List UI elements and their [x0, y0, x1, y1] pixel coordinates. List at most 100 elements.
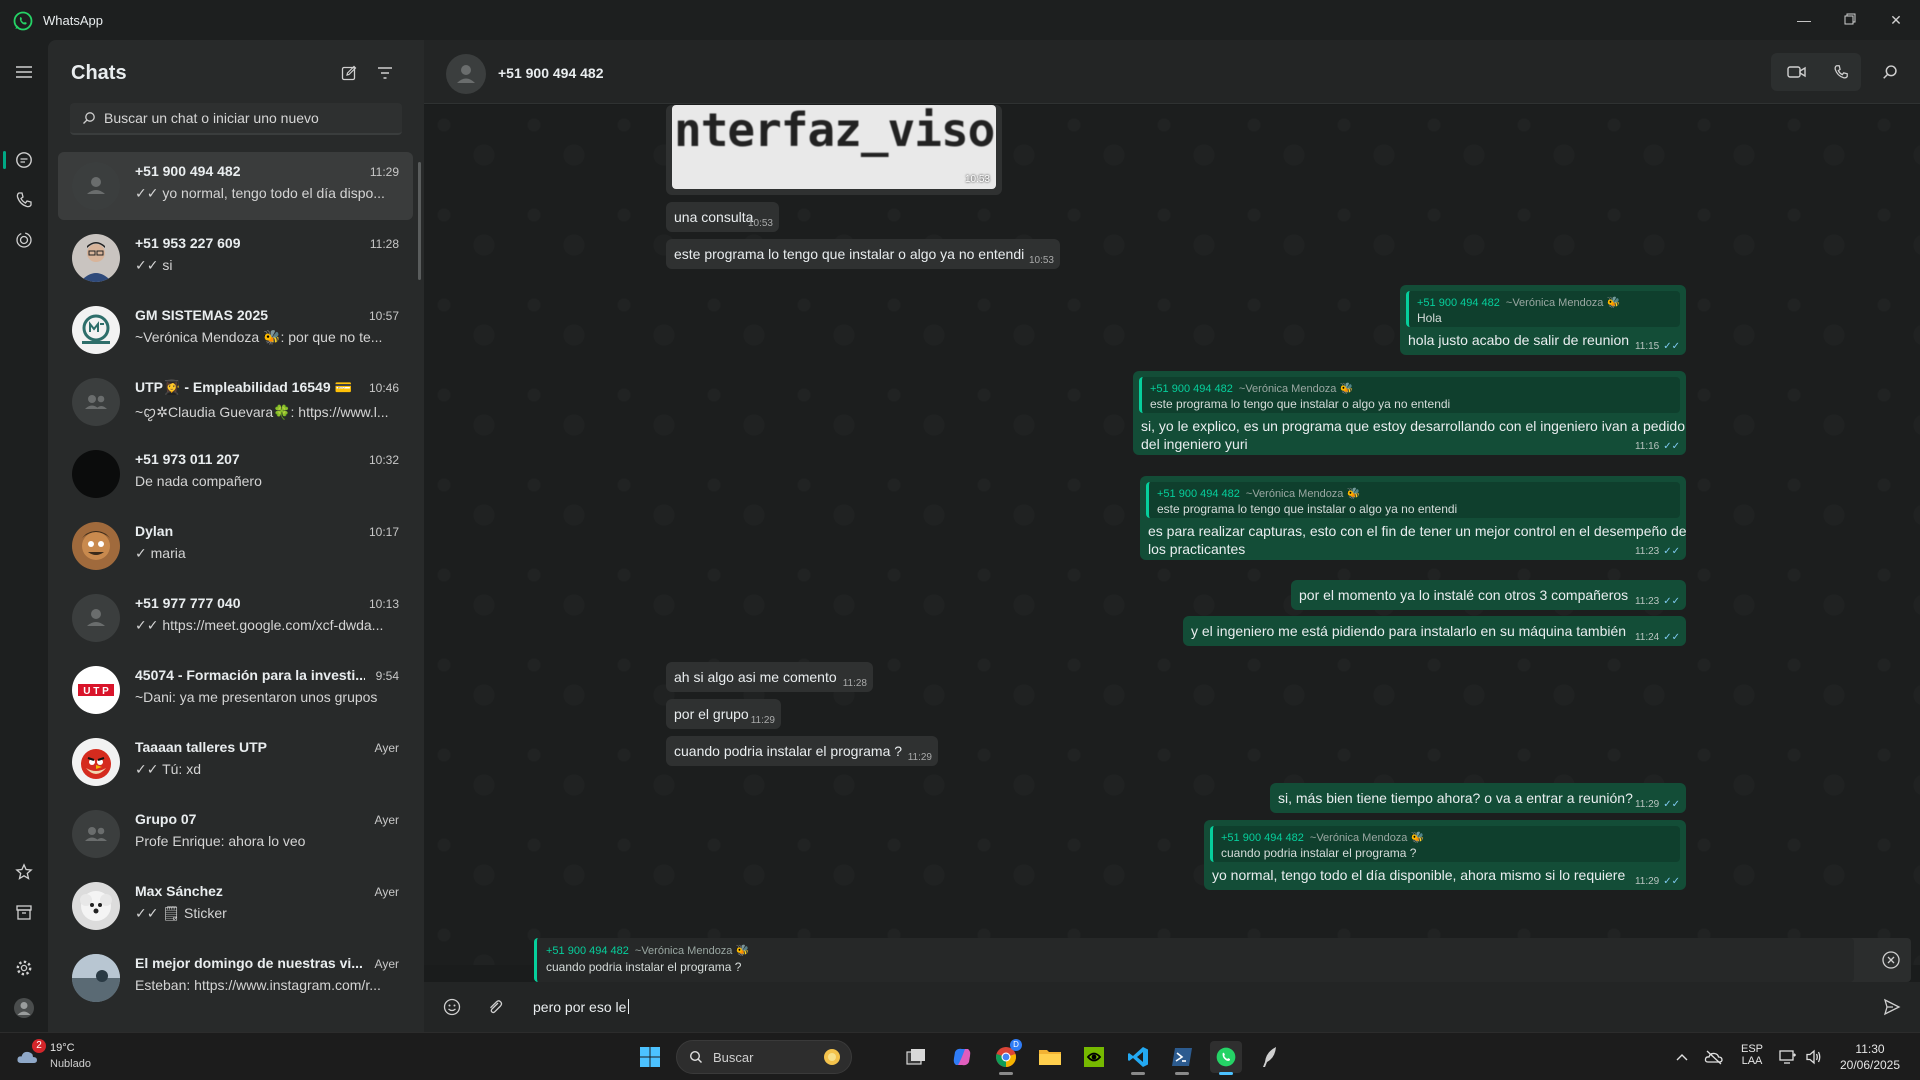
image-thumbnail[interactable]: nterfaz_visor. 10:53: [672, 105, 996, 189]
read-ticks-icon: ✓✓: [1663, 876, 1680, 887]
volume-icon[interactable]: [1798, 1041, 1830, 1073]
group-logo-avatar: [72, 306, 120, 354]
message-bubble[interactable]: por el momento ya lo instalé con otros 3…: [1291, 580, 1686, 610]
message-composer: pero por eso le: [424, 982, 1920, 1032]
new-chat-icon[interactable]: [338, 62, 360, 84]
system-clock[interactable]: 11:30 20/06/2025: [1830, 1042, 1910, 1072]
chat-row[interactable]: U T P 45074 - Formación para la investi.…: [58, 656, 413, 724]
message-time: 11:23: [1634, 596, 1660, 607]
contact-name[interactable]: +51 900 494 482: [498, 65, 604, 81]
copilot-icon[interactable]: [946, 1041, 978, 1073]
status-nav-icon[interactable]: [12, 228, 36, 252]
starred-icon[interactable]: [12, 860, 36, 884]
search-highlight-icon: [824, 1049, 840, 1065]
chat-time: 11:29: [369, 165, 399, 179]
quoted-message[interactable]: +51 900 494 482 ~Verónica Mendoza 🐝 este …: [1139, 377, 1680, 413]
nvidia-icon[interactable]: [1078, 1041, 1110, 1073]
show-hidden-icons-chevron-icon[interactable]: [1666, 1041, 1698, 1073]
quoted-message[interactable]: +51 900 494 482 ~Verónica Mendoza 🐝 cuand…: [1210, 826, 1680, 862]
message-bubble[interactable]: este programa lo tengo que instalar o al…: [666, 239, 1060, 269]
message-meta: 11:23 ✓✓: [1635, 546, 1680, 557]
restore-button[interactable]: [1830, 6, 1870, 34]
menu-icon[interactable]: [12, 60, 36, 84]
language-indicator[interactable]: ESP LAA: [1738, 1043, 1766, 1067]
feather-pen-icon[interactable]: [1254, 1041, 1286, 1073]
image-message[interactable]: nterfaz_visor. 10:53: [666, 105, 1002, 195]
reply-text: cuando podria instalar el programa ?: [546, 960, 742, 974]
chat-row[interactable]: Dylan 10:17 ✓ maria: [58, 512, 413, 580]
message-text: y el ingeniero me está pidiendo para ins…: [1191, 623, 1627, 639]
chat-time: Ayer: [374, 885, 399, 899]
file-explorer-icon[interactable]: [1034, 1041, 1066, 1073]
message-bubble[interactable]: +51 900 494 482 ~Verónica Mendoza 🐝 Hola …: [1400, 285, 1686, 355]
taskbar-search[interactable]: Buscar: [676, 1040, 852, 1074]
chat-list-scrollbar[interactable]: [418, 162, 421, 280]
quoted-message[interactable]: +51 900 494 482 ~Verónica Mendoza 🐝 este …: [1146, 482, 1680, 518]
search-in-chat-icon[interactable]: [1870, 54, 1910, 90]
running-indicator: [1131, 1072, 1145, 1075]
quoted-text: este programa lo tengo que instalar o al…: [1157, 502, 1458, 516]
chat-row[interactable]: Taaaan talleres UTP Ayer ✓✓ Tú: xd: [58, 728, 413, 796]
profile-avatar[interactable]: [12, 996, 36, 1020]
message-bubble[interactable]: +51 900 494 482 ~Verónica Mendoza 🐝 este …: [1140, 476, 1687, 560]
chat-row[interactable]: GM SISTEMAS 2025 10:57 ~Verónica Mendoza…: [58, 296, 413, 364]
cloud-offline-icon[interactable]: [1698, 1041, 1730, 1073]
chat-row[interactable]: Grupo 07 Ayer Profe Enrique: ahora lo ve…: [58, 800, 413, 868]
message-bubble[interactable]: y el ingeniero me está pidiendo para ins…: [1183, 616, 1686, 646]
settings-gear-icon[interactable]: [12, 956, 36, 980]
filter-icon[interactable]: [374, 62, 396, 84]
quoted-nick: ~Verónica Mendoza 🐝: [1505, 297, 1621, 309]
conversation-header[interactable]: +51 900 494 482: [424, 40, 1920, 104]
chat-list-panel: Chats Buscar un chat o iniciar uno nuevo…: [48, 40, 424, 1032]
chat-row[interactable]: El mejor domingo de nuestras vi... Ayer …: [58, 944, 413, 1012]
video-call-icon[interactable]: [1777, 54, 1817, 90]
send-icon[interactable]: [1881, 996, 1903, 1018]
message-bubble[interactable]: cuando podria instalar el programa ? 11:…: [666, 736, 938, 766]
chat-row[interactable]: +51 977 777 040 10:13 ✓✓ https://meet.go…: [58, 584, 413, 652]
chat-row[interactable]: UTP👩‍🎓 - Empleabilidad 16549 💳 10:46 ~ꨄ✲…: [58, 368, 413, 436]
message-bubble[interactable]: una consulta 10:53: [666, 202, 779, 232]
message-bubble[interactable]: +51 900 494 482 ~Verónica Mendoza 🐝 este …: [1133, 371, 1686, 455]
start-windows-icon[interactable]: [634, 1041, 666, 1073]
active-indicator: [3, 151, 6, 169]
cancel-reply-icon[interactable]: [1881, 950, 1901, 970]
message-list[interactable]: nterfaz_visor. 10:53 una consulta 10:53 …: [424, 105, 1920, 965]
close-window-button[interactable]: ✕: [1876, 6, 1916, 34]
quoted-message[interactable]: +51 900 494 482 ~Verónica Mendoza 🐝 Hola: [1406, 291, 1680, 327]
minimize-button[interactable]: —: [1784, 6, 1824, 34]
chat-name: +51 977 777 040: [135, 595, 241, 611]
chat-row[interactable]: +51 953 227 609 11:28 ✓✓ si: [58, 224, 413, 292]
message-time: 10:53: [964, 174, 990, 185]
message-text: hola justo acabo de salir de reunion: [1408, 332, 1630, 348]
vscode-icon[interactable]: [1122, 1041, 1154, 1075]
quoted-text: cuando podria instalar el programa ?: [1221, 846, 1417, 860]
chat-name: Grupo 07: [135, 811, 197, 827]
whatsapp-taskbar-icon[interactable]: [1210, 1041, 1242, 1075]
message-bubble[interactable]: ah si algo asi me comento 11:28: [666, 662, 873, 692]
message-input[interactable]: pero por eso le: [533, 999, 630, 1015]
chat-row[interactable]: +51 900 494 482 11:29 ✓✓ yo normal, teng…: [58, 152, 413, 220]
reply-quote[interactable]: +51 900 494 482 ~Verónica Mendoza 🐝 cuand…: [534, 938, 1854, 982]
weather-widget[interactable]: 2 19°C Nublado: [16, 1039, 116, 1075]
archive-icon[interactable]: [12, 900, 36, 924]
powershell-icon[interactable]: [1166, 1041, 1198, 1075]
navigation-rail: [0, 40, 48, 1032]
message-bubble[interactable]: si, más bien tiene tiempo ahora? o va a …: [1270, 783, 1686, 813]
chat-time: 10:17: [368, 525, 399, 539]
chat-row[interactable]: +51 973 011 207 10:32 De nada compañero: [58, 440, 413, 508]
weather-desc: Nublado: [50, 1058, 91, 1070]
contact-avatar[interactable]: [446, 54, 486, 94]
chat-preview: De nada compañero: [135, 473, 262, 489]
message-bubble[interactable]: +51 900 494 482 ~Verónica Mendoza 🐝 cuand…: [1204, 820, 1686, 890]
attach-paperclip-icon[interactable]: [484, 996, 506, 1018]
task-view-icon[interactable]: [900, 1041, 932, 1073]
voice-call-icon[interactable]: [1821, 54, 1861, 90]
emoji-icon[interactable]: [441, 996, 463, 1018]
chat-row[interactable]: Max Sánchez Ayer ✓✓ 🗒 Sticker: [58, 872, 413, 940]
calls-nav-icon[interactable]: [12, 188, 36, 212]
message-bubble[interactable]: por el grupo 11:29: [666, 699, 781, 729]
chrome-icon[interactable]: D: [990, 1039, 1022, 1075]
chats-nav-icon[interactable]: [12, 148, 36, 172]
svg-text:U T P: U T P: [83, 686, 109, 697]
search-input[interactable]: Buscar un chat o iniciar uno nuevo: [70, 103, 402, 135]
